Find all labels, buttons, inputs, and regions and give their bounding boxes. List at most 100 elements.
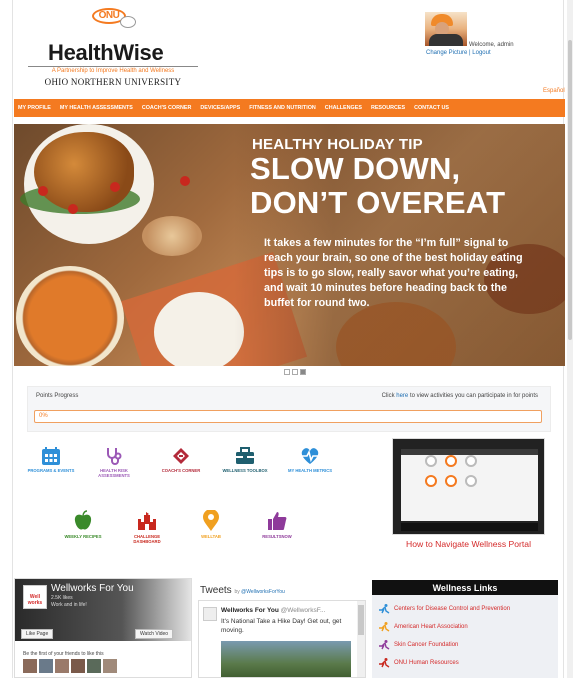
runner-icon [379, 640, 390, 650]
friend-avatar[interactable] [39, 659, 53, 673]
site-logo[interactable]: ONU HealthWise A Partnership to Improve … [24, 6, 198, 87]
video-controls[interactable] [401, 523, 538, 531]
logout-link[interactable]: Logout [472, 50, 490, 56]
tweets-title: Tweets [200, 585, 232, 596]
facebook-subtitle: Work and in life! [51, 602, 87, 608]
tweet-text: It's National Take a Hike Day! Get out, … [221, 618, 342, 634]
tile-weekly-recipes[interactable]: WEEKLY RECIPES [58, 510, 108, 539]
language-link[interactable]: Español [543, 88, 565, 94]
tile-my-health-metrics[interactable]: MY HEALTH METRICS [285, 446, 335, 473]
friend-avatar[interactable] [71, 659, 85, 673]
carousel-dot-3[interactable] [300, 369, 306, 375]
nav-item-challenges[interactable]: CHALLENGES [325, 105, 362, 111]
video-dial [445, 475, 457, 487]
calendar-icon [42, 447, 60, 465]
tile-health-risk-assessments[interactable]: HEALTH RISK ASSESSMENTS [89, 446, 139, 478]
map-pin-icon [203, 510, 219, 531]
wellness-link-label: Centers for Disease Control and Preventi… [394, 606, 511, 612]
tweets-header: Tweets by @WellworksForYou [200, 585, 285, 596]
wellness-link-label: Skin Cancer Foundation [394, 642, 459, 648]
friend-avatar[interactable] [23, 659, 37, 673]
nav-item-devices-apps[interactable]: DEVICES/APPS [200, 105, 240, 111]
wellness-link-onu-hr[interactable]: ONU Human Resources [378, 656, 459, 670]
tile-challenge-dashboard[interactable]: CHALLENGE DASHBOARD [122, 510, 172, 544]
hero-rolls [142, 216, 202, 256]
wellness-link-label: ONU Human Resources [394, 660, 459, 666]
brand-tagline: A Partnership to Improve Health and Well… [51, 68, 175, 74]
hero-headline-line-2: DON’T OVEREAT [250, 185, 506, 220]
friend-avatar[interactable] [87, 659, 101, 673]
video-player[interactable] [392, 438, 545, 535]
tweet-author-name: Wellworks For You [221, 607, 279, 614]
tweet-image[interactable] [221, 641, 351, 677]
facebook-likes: 2.5K likes [51, 595, 73, 601]
clipboard-icon [173, 448, 189, 464]
hero-banner[interactable]: HEALTHY HOLIDAY TIP SLOW DOWN, DON’T OVE… [14, 124, 565, 366]
wellness-link-skin-cancer[interactable]: Skin Cancer Foundation [378, 638, 458, 652]
tweet-author[interactable]: Wellworks For You @WellworksF... [221, 607, 325, 614]
tweet-avatar[interactable] [203, 607, 217, 621]
nav-item-coachs-corner[interactable]: COACH'S CORNER [142, 105, 192, 111]
points-note-suffix: to view activities you can participate i… [409, 393, 538, 399]
heart-pulse-icon [301, 448, 319, 464]
hero-tomato [38, 186, 48, 196]
runner-icon [379, 604, 390, 614]
carousel-dot-1[interactable] [284, 369, 290, 375]
tweets-by: by [234, 589, 240, 595]
carousel-dots [284, 369, 306, 375]
nav-item-my-profile[interactable]: MY PROFILE [18, 105, 51, 111]
video-caption-link[interactable]: How to Navigate Wellness Portal [392, 539, 545, 549]
video-dial [465, 475, 477, 487]
scrollbar-thumb[interactable] [568, 40, 572, 340]
progress-percent: 0% [39, 413, 48, 419]
wellness-link-cdc[interactable]: Centers for Disease Control and Preventi… [378, 602, 510, 616]
tile-resultsnow[interactable]: RESULTSNOW [252, 510, 302, 539]
stethoscope-icon [107, 448, 122, 465]
hero-body: It takes a few minutes for the “I’m full… [264, 237, 523, 309]
video-dial [425, 475, 437, 487]
friend-avatar[interactable] [103, 659, 117, 673]
watch-video-button[interactable]: Watch Video [135, 629, 174, 639]
avatar[interactable] [425, 12, 467, 46]
nav-item-contact-us[interactable]: CONTACT US [414, 105, 449, 111]
facebook-page-name[interactable]: Wellworks For You [51, 583, 134, 594]
video-dial [425, 455, 437, 467]
video-dial [445, 455, 457, 467]
facebook-page-logo[interactable]: Well works [23, 585, 47, 609]
runner-icon [379, 658, 390, 668]
tile-wellness-toolbox[interactable]: WELLNESS TOOLBOX [220, 446, 270, 473]
change-picture-link[interactable]: Change Picture [426, 50, 467, 56]
hero-tomato [180, 176, 190, 186]
tile-programs-events[interactable]: PROGRAMS & EVENTS [26, 446, 76, 473]
carousel-dot-2[interactable] [292, 369, 298, 375]
account-links: Change Picture | Logout [426, 50, 491, 56]
facebook-friends-note: Be the first of your friends to like thi… [23, 651, 104, 657]
tile-coachs-corner[interactable]: COACH'S CORNER [156, 446, 206, 473]
wellness-links-title: Wellness Links [372, 580, 558, 595]
tile-welltab[interactable]: WELLTAB [186, 510, 236, 539]
tweets-widget: Wellworks For You @WellworksF... It's Na… [198, 600, 366, 678]
toolbox-icon [236, 447, 254, 464]
friend-avatar[interactable] [55, 659, 69, 673]
page-scrollbar[interactable] [567, 0, 573, 678]
tile-label: WEEKLY RECIPES [64, 534, 102, 539]
video-dial [465, 455, 477, 467]
tile-label: CHALLENGE DASHBOARD [133, 534, 161, 544]
hero-headline-line-1: SLOW DOWN, [250, 151, 461, 186]
tweets-scrollbar[interactable] [357, 601, 365, 677]
facebook-friend-faces [23, 659, 117, 673]
tile-label: MY HEALTH METRICS [287, 468, 333, 473]
like-page-button[interactable]: Like Page [21, 629, 54, 639]
hero-tomato [68, 204, 78, 214]
nav-item-health-assessments[interactable]: MY HEALTH ASSESSMENTS [60, 105, 133, 111]
wellness-link-aha[interactable]: American Heart Association [378, 620, 468, 634]
wellness-link-label: American Heart Association [394, 624, 468, 630]
tweets-handle-link[interactable]: @WellworksForYou [241, 589, 285, 595]
nav-item-fitness-nutrition[interactable]: FITNESS AND NUTRITION [249, 105, 316, 111]
welcome-text: Welcome, admin [469, 42, 514, 48]
points-here-link[interactable]: here [396, 393, 408, 399]
nav-item-resources[interactable]: RESOURCES [371, 105, 405, 111]
tile-label: WELLTAB [201, 534, 221, 539]
hero-plate [154, 292, 244, 366]
hero-tomato [110, 182, 120, 192]
